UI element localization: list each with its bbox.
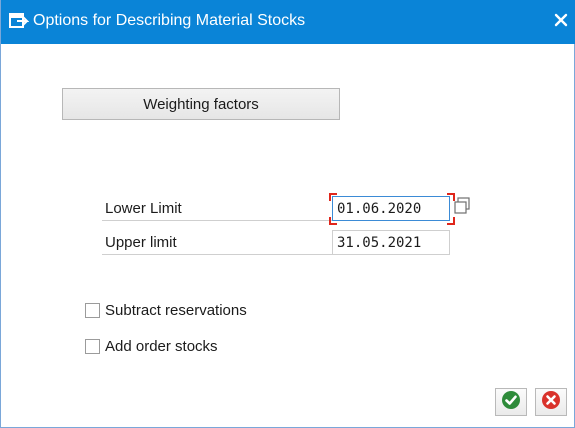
cancel-button[interactable] [535,388,567,416]
add-order-stocks-option[interactable]: Add order stocks [85,335,218,357]
weighting-factors-button[interactable]: Weighting factors [62,88,340,120]
lower-limit-label: Lower Limit [102,196,332,221]
focus-marker-bottom-left [329,217,337,225]
value-help-icon [453,197,473,220]
subtract-reservations-checkbox[interactable] [85,302,100,318]
dialog-window: Options for Describing Material Stocks W… [0,0,575,428]
title-bar: Options for Describing Material Stocks [1,0,575,44]
close-icon [554,13,568,32]
value-help-button[interactable] [453,196,473,216]
close-button[interactable] [546,0,575,44]
upper-limit-label: Upper limit [102,230,332,255]
upper-limit-input[interactable] [332,230,450,255]
lower-limit-input[interactable] [332,196,450,221]
checkmark-icon [501,390,521,415]
confirm-button[interactable] [495,388,527,416]
add-order-stocks-label: Add order stocks [105,337,218,355]
subtract-reservations-label: Subtract reservations [105,301,247,319]
add-order-stocks-checkbox[interactable] [85,338,100,354]
focus-marker-top-left [329,193,337,201]
dialog-title: Options for Describing Material Stocks [33,12,306,29]
dialog-window-icon [9,13,30,29]
subtract-reservations-option[interactable]: Subtract reservations [85,299,247,321]
cancel-icon [541,390,561,415]
